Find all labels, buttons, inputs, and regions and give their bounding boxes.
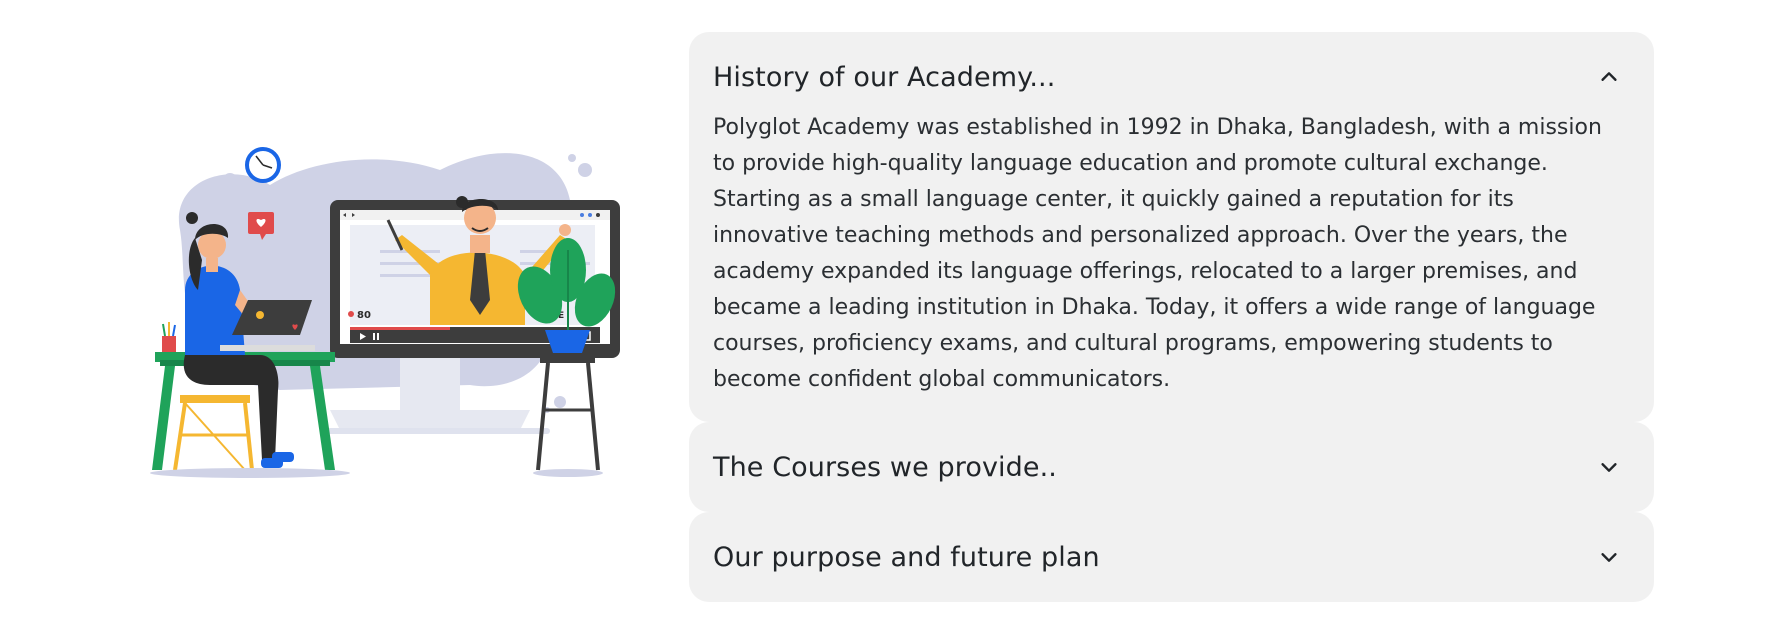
accordion-header-purpose[interactable]: Our purpose and future plan xyxy=(689,512,1654,602)
accordion-item-history: History of our Academy... Polyglot Acade… xyxy=(689,32,1654,422)
accordion-body-history: Polyglot Academy was established in 1992… xyxy=(713,115,1602,392)
faq-accordion: History of our Academy... Polyglot Acade… xyxy=(689,32,1654,602)
accordion-item-courses: The Courses we provide.. xyxy=(689,422,1654,512)
viewer-count: 80 xyxy=(357,310,371,321)
chevron-down-icon xyxy=(1601,553,1617,562)
accordion-title: Our purpose and future plan xyxy=(713,541,1100,573)
accordion-header-history[interactable]: History of our Academy... xyxy=(689,32,1654,122)
accordion-header-courses[interactable]: The Courses we provide.. xyxy=(689,422,1654,512)
page: 80 LIVE xyxy=(0,0,1769,644)
accordion-title: The Courses we provide.. xyxy=(713,451,1057,483)
online-class-illustration: 80 LIVE xyxy=(150,147,620,478)
accordion-item-purpose: Our purpose and future plan xyxy=(689,512,1654,602)
accordion-title: History of our Academy... xyxy=(713,61,1056,93)
chevron-up-icon xyxy=(1601,72,1617,81)
chevron-down-icon xyxy=(1601,463,1617,472)
